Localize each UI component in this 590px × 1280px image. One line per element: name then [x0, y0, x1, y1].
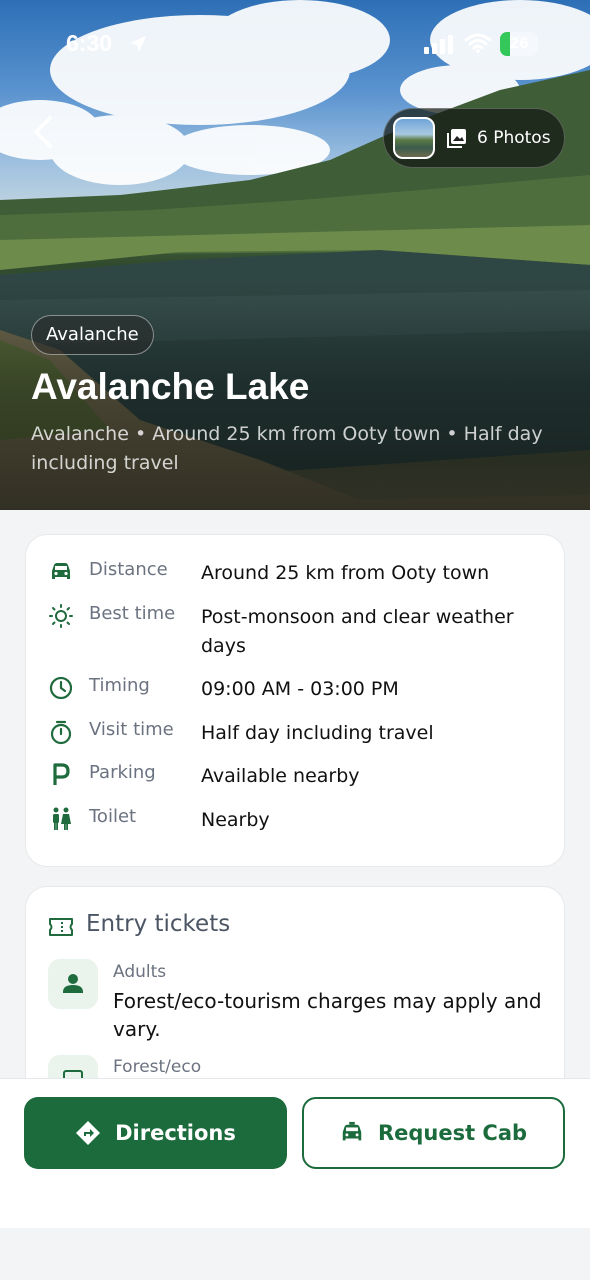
clock-icon [49, 676, 73, 700]
battery-level: 26 [509, 36, 529, 52]
car-icon [52, 563, 70, 579]
request-cab-label: Request Cab [377, 1121, 528, 1145]
directions-label: Directions [115, 1121, 236, 1145]
info-value: 09:00 AM - 03:00 PM [201, 678, 399, 700]
info-value: Available nearby [201, 765, 360, 787]
info-card: Distance Around 25 km from Ooty town Bes… [25, 534, 565, 867]
sun-icon [49, 604, 73, 628]
info-key: Distance [89, 559, 168, 580]
area-tag: Avalanche [31, 315, 154, 355]
request-cab-button[interactable]: Request Cab [302, 1097, 565, 1169]
photos-button[interactable]: 6 Photos [383, 108, 565, 168]
cellular-signal-icon [424, 35, 453, 54]
entry-tickets-title: Entry tickets [86, 911, 231, 937]
status-time: 6:30 [66, 30, 113, 56]
ticket-label: Adults [113, 962, 167, 982]
person-icon [63, 974, 83, 993]
bottom-action-bar: Directions Request Cab [0, 1078, 590, 1228]
ticket-label: Forest/eco [113, 1057, 202, 1077]
directions-button[interactable]: Directions [24, 1097, 287, 1169]
photo-thumbnail [393, 117, 435, 159]
info-key: Toilet [89, 806, 137, 827]
info-value: Post-monsoon and clear weather days [201, 606, 514, 657]
info-key: Parking [89, 762, 156, 783]
battery-icon: 26 [500, 32, 538, 56]
ticket-icon [49, 918, 73, 936]
adult-ticket-avatar [48, 959, 98, 1009]
status-bar: 6:30 26 [0, 28, 590, 62]
stopwatch-icon [50, 720, 72, 745]
ticket-value: Forest/eco-tourism charges may apply and… [113, 989, 542, 1041]
page-subtitle: Avalanche • Around 25 km from Ooty town … [31, 423, 543, 474]
photos-count-label: 6 Photos [477, 128, 551, 148]
info-key: Best time [89, 603, 176, 624]
location-arrow-icon [130, 36, 146, 52]
chevron-left-icon [34, 116, 52, 148]
parking-icon [53, 763, 70, 785]
info-value: Around 25 km from Ooty town [201, 562, 490, 584]
gallery-icon [447, 129, 466, 148]
directions-icon [76, 1121, 101, 1145]
info-value: Nearby [201, 809, 270, 831]
info-key: Visit time [89, 719, 174, 740]
info-key: Timing [89, 675, 150, 696]
back-button[interactable] [28, 112, 60, 152]
car-icon [342, 1121, 362, 1141]
wifi-icon [464, 33, 492, 53]
page-title: Avalanche Lake [31, 366, 310, 407]
toilet-icon [53, 807, 71, 830]
info-value: Half day including travel [201, 722, 434, 744]
